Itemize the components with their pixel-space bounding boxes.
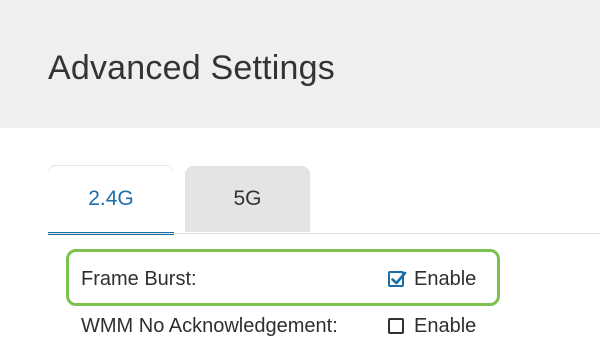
- page-header: Advanced Settings: [0, 0, 600, 128]
- tab-5g[interactable]: 5G: [185, 166, 310, 232]
- frame-burst-enable-checkbox[interactable]: Enable: [388, 266, 476, 292]
- wmm-no-ack-enable-label: Enable: [414, 315, 477, 337]
- checkbox-unchecked-icon[interactable]: [388, 318, 404, 334]
- wmm-no-ack-label: WMM No Acknowledgement:: [81, 315, 338, 337]
- frame-burst-label: Frame Burst:: [81, 268, 197, 290]
- tab-2-4g[interactable]: 2.4G: [48, 166, 174, 235]
- page-title: Advanced Settings: [48, 49, 335, 87]
- wmm-no-ack-enable-checkbox[interactable]: Enable: [388, 313, 476, 339]
- tab-divider: [48, 233, 600, 234]
- checkbox-checked-icon[interactable]: [388, 271, 407, 287]
- frame-burst-enable-label: Enable: [414, 268, 477, 290]
